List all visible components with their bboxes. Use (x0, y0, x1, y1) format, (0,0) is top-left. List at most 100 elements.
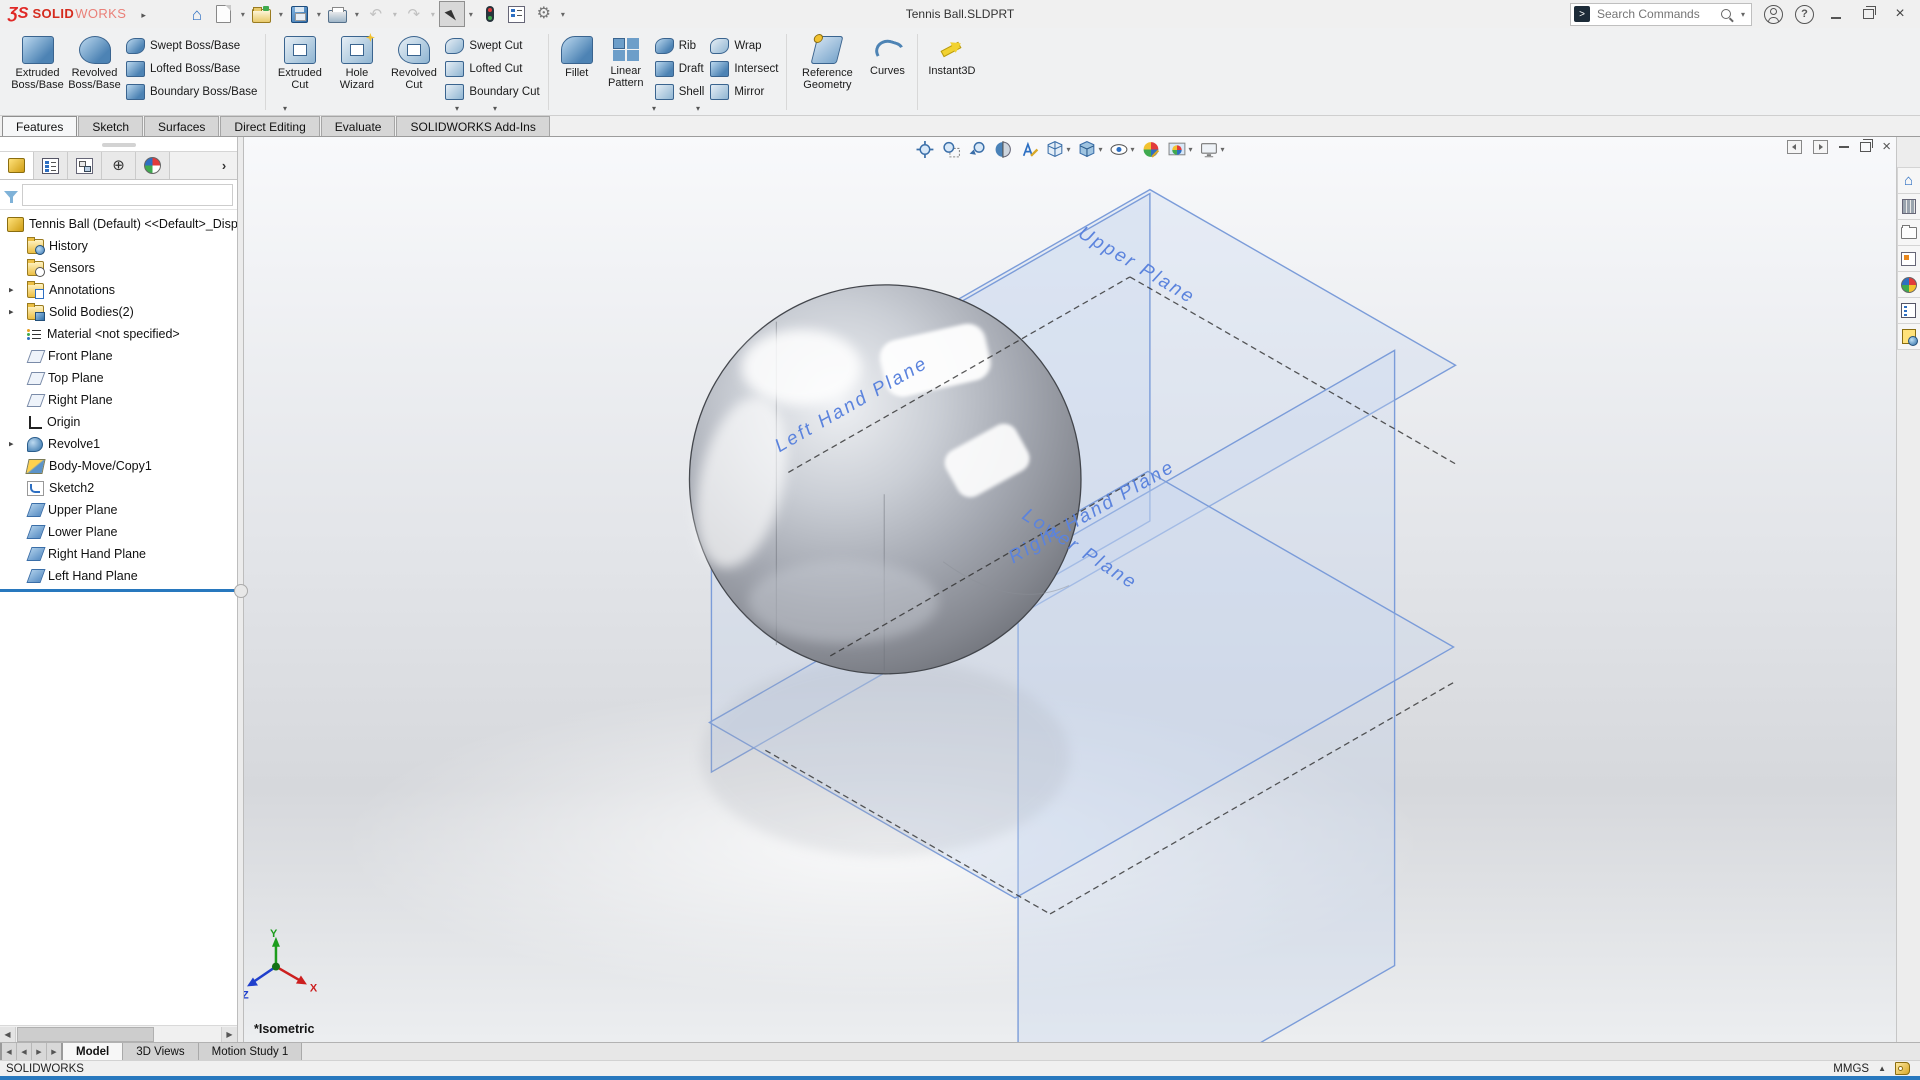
lofted-cut-button[interactable]: Lofted Cut (445, 61, 539, 77)
panel-tab-overflow[interactable]: › (211, 152, 237, 179)
tree-item-front-plane[interactable]: Front Plane (0, 345, 237, 367)
curves-dropdown-arrow[interactable]: ▾ (696, 104, 700, 113)
cut-stack-dropdown-arrow[interactable]: ▾ (455, 104, 459, 113)
tab-direct-editing[interactable]: Direct Editing (220, 116, 319, 136)
previous-view-button[interactable] (967, 140, 986, 159)
next-tab-button[interactable]: ▶ (32, 1043, 47, 1060)
undo-dropdown-arrow[interactable]: ▾ (390, 10, 400, 19)
boundary-cut-button[interactable]: Boundary Cut (445, 84, 539, 100)
tab-property-manager[interactable] (34, 152, 68, 179)
revolved-cut-button[interactable]: Revolved Cut (385, 31, 442, 91)
options-button[interactable]: ⚙ (531, 1, 557, 27)
redo-button[interactable]: ↷ (401, 1, 427, 27)
save-dropdown-arrow[interactable]: ▾ (314, 10, 324, 19)
home-button[interactable]: ⌂ (184, 1, 210, 27)
save-button[interactable] (287, 1, 313, 27)
tab-configuration-manager[interactable] (68, 152, 102, 179)
tab-solidworks-add-ins[interactable]: SOLIDWORKS Add-Ins (396, 116, 549, 136)
swept-cut-button[interactable]: Swept Cut (445, 38, 539, 54)
tree-item-origin[interactable]: Origin (0, 411, 237, 433)
expand-arrow-icon[interactable]: ▸ (9, 285, 14, 296)
rollback-bar[interactable] (0, 589, 237, 592)
select-tool-button[interactable] (439, 1, 465, 27)
hole-wizard-dropdown-arrow[interactable]: ▾ (283, 104, 287, 113)
tab-sketch[interactable]: Sketch (78, 116, 143, 136)
extruded-cut-button[interactable]: Extruded Cut (271, 31, 328, 91)
taskpane-design-library-button[interactable] (1897, 194, 1920, 220)
zoom-to-fit-button[interactable] (915, 140, 934, 159)
panel-horizontal-scrollbar[interactable]: ◀ ▶ (0, 1025, 237, 1042)
search-commands-box[interactable]: > ▾ (1570, 3, 1752, 26)
print-button[interactable] (325, 1, 351, 27)
lofted-boss-base-button[interactable]: Lofted Boss/Base (126, 61, 257, 77)
tree-root-part[interactable]: Tennis Ball (Default) <<Default>_Displ (0, 213, 237, 235)
first-tab-button[interactable]: ◀ (0, 1043, 17, 1060)
rib-button[interactable]: Rib (655, 38, 705, 54)
tree-item-top-plane[interactable]: Top Plane (0, 367, 237, 389)
print-dropdown-arrow[interactable]: ▾ (352, 10, 362, 19)
zoom-to-area-button[interactable] (941, 140, 960, 159)
tree-item-history[interactable]: History (0, 235, 237, 257)
edit-appearance-button[interactable] (1142, 140, 1161, 159)
last-tab-button[interactable]: ▶ (47, 1043, 63, 1060)
scrollbar-thumb[interactable] (17, 1027, 154, 1042)
split-pane-left-icon[interactable] (1787, 140, 1802, 154)
account-icon[interactable] (1764, 5, 1783, 24)
hide-show-items-button[interactable]: ▾ (1109, 140, 1134, 159)
units-label[interactable]: MMGS (1833, 1063, 1869, 1075)
tree-item-sketch2[interactable]: Sketch2 (0, 477, 237, 499)
wrap-button[interactable]: Wrap (710, 38, 778, 54)
tree-item-right-plane[interactable]: Right Plane (0, 389, 237, 411)
scroll-left-arrow[interactable]: ◀ (0, 1027, 16, 1042)
3d-scene[interactable]: Upper Plane Left Hand Plane Right Hand P… (244, 137, 1896, 1042)
shell-button[interactable]: Shell (655, 84, 705, 100)
scroll-right-arrow[interactable]: ▶ (221, 1027, 237, 1042)
doc-close-button[interactable]: × (1882, 142, 1891, 152)
section-view-button[interactable] (993, 140, 1012, 159)
dropdown-arrow[interactable]: ▾ (1221, 145, 1225, 154)
open-button[interactable] (249, 1, 275, 27)
reference-geometry-button[interactable]: Reference Geometry (792, 31, 862, 91)
tree-item-material[interactable]: Material <not specified> (0, 323, 237, 345)
tree-item-body-move-copy1[interactable]: Body-Move/Copy1 (0, 455, 237, 477)
dropdown-arrow[interactable]: ▾ (1130, 145, 1134, 154)
swept-boss-base-button[interactable]: Swept Boss/Base (126, 38, 257, 54)
tab-featuremanager-tree[interactable] (0, 152, 34, 179)
tab-features[interactable]: Features (2, 116, 77, 136)
draft-button[interactable]: Draft (655, 61, 705, 77)
tag-icon[interactable] (1895, 1062, 1910, 1075)
tree-item-lower-plane[interactable]: Lower Plane (0, 521, 237, 543)
tab-evaluate[interactable]: Evaluate (321, 116, 396, 136)
file-properties-button[interactable] (504, 1, 530, 27)
previous-tab-button[interactable]: ◀ (17, 1043, 32, 1060)
dropdown-arrow[interactable]: ▾ (1189, 145, 1193, 154)
display-style-button[interactable]: ▾ (1077, 140, 1102, 159)
dropdown-arrow[interactable]: ▾ (1066, 145, 1070, 154)
reference-geometry-dropdown-arrow[interactable]: ▾ (652, 104, 656, 113)
tab-motion-study-1[interactable]: Motion Study 1 (199, 1043, 303, 1060)
doc-minimize-button[interactable] (1839, 146, 1849, 148)
options-dropdown-arrow[interactable]: ▾ (558, 10, 568, 19)
panel-grip[interactable] (102, 143, 136, 147)
instant3d-button[interactable]: Instant3D (923, 31, 980, 77)
hole-wizard-button[interactable]: Hole Wizard (328, 31, 385, 91)
rebuild-button[interactable] (477, 1, 503, 27)
revolved-boss-base-button[interactable]: Revolved Boss/Base (66, 31, 123, 91)
tab-dimxpert-manager[interactable]: ⊕ (102, 152, 136, 179)
new-dropdown-arrow[interactable]: ▾ (238, 10, 248, 19)
expand-arrow-icon[interactable]: ▸ (9, 307, 14, 318)
minimize-button[interactable] (1826, 7, 1846, 22)
undo-button[interactable]: ↶ (363, 1, 389, 27)
search-icon[interactable] (1721, 9, 1731, 19)
help-icon[interactable] (1795, 5, 1814, 24)
tab-model[interactable]: Model (63, 1043, 123, 1060)
taskpane-file-explorer-button[interactable] (1897, 220, 1920, 246)
view-settings-button[interactable]: ▾ (1200, 140, 1225, 159)
tree-item-right-hand-plane[interactable]: Right Hand Plane (0, 543, 237, 565)
tab-3d-views[interactable]: 3D Views (123, 1043, 198, 1060)
select-dropdown-arrow[interactable]: ▾ (466, 10, 476, 19)
redo-dropdown-arrow[interactable]: ▾ (428, 10, 438, 19)
cut-stack-dropdown-arrow-2[interactable]: ▾ (493, 104, 497, 113)
panel-collapse-handle[interactable] (234, 584, 248, 598)
filter-input[interactable] (22, 184, 233, 206)
